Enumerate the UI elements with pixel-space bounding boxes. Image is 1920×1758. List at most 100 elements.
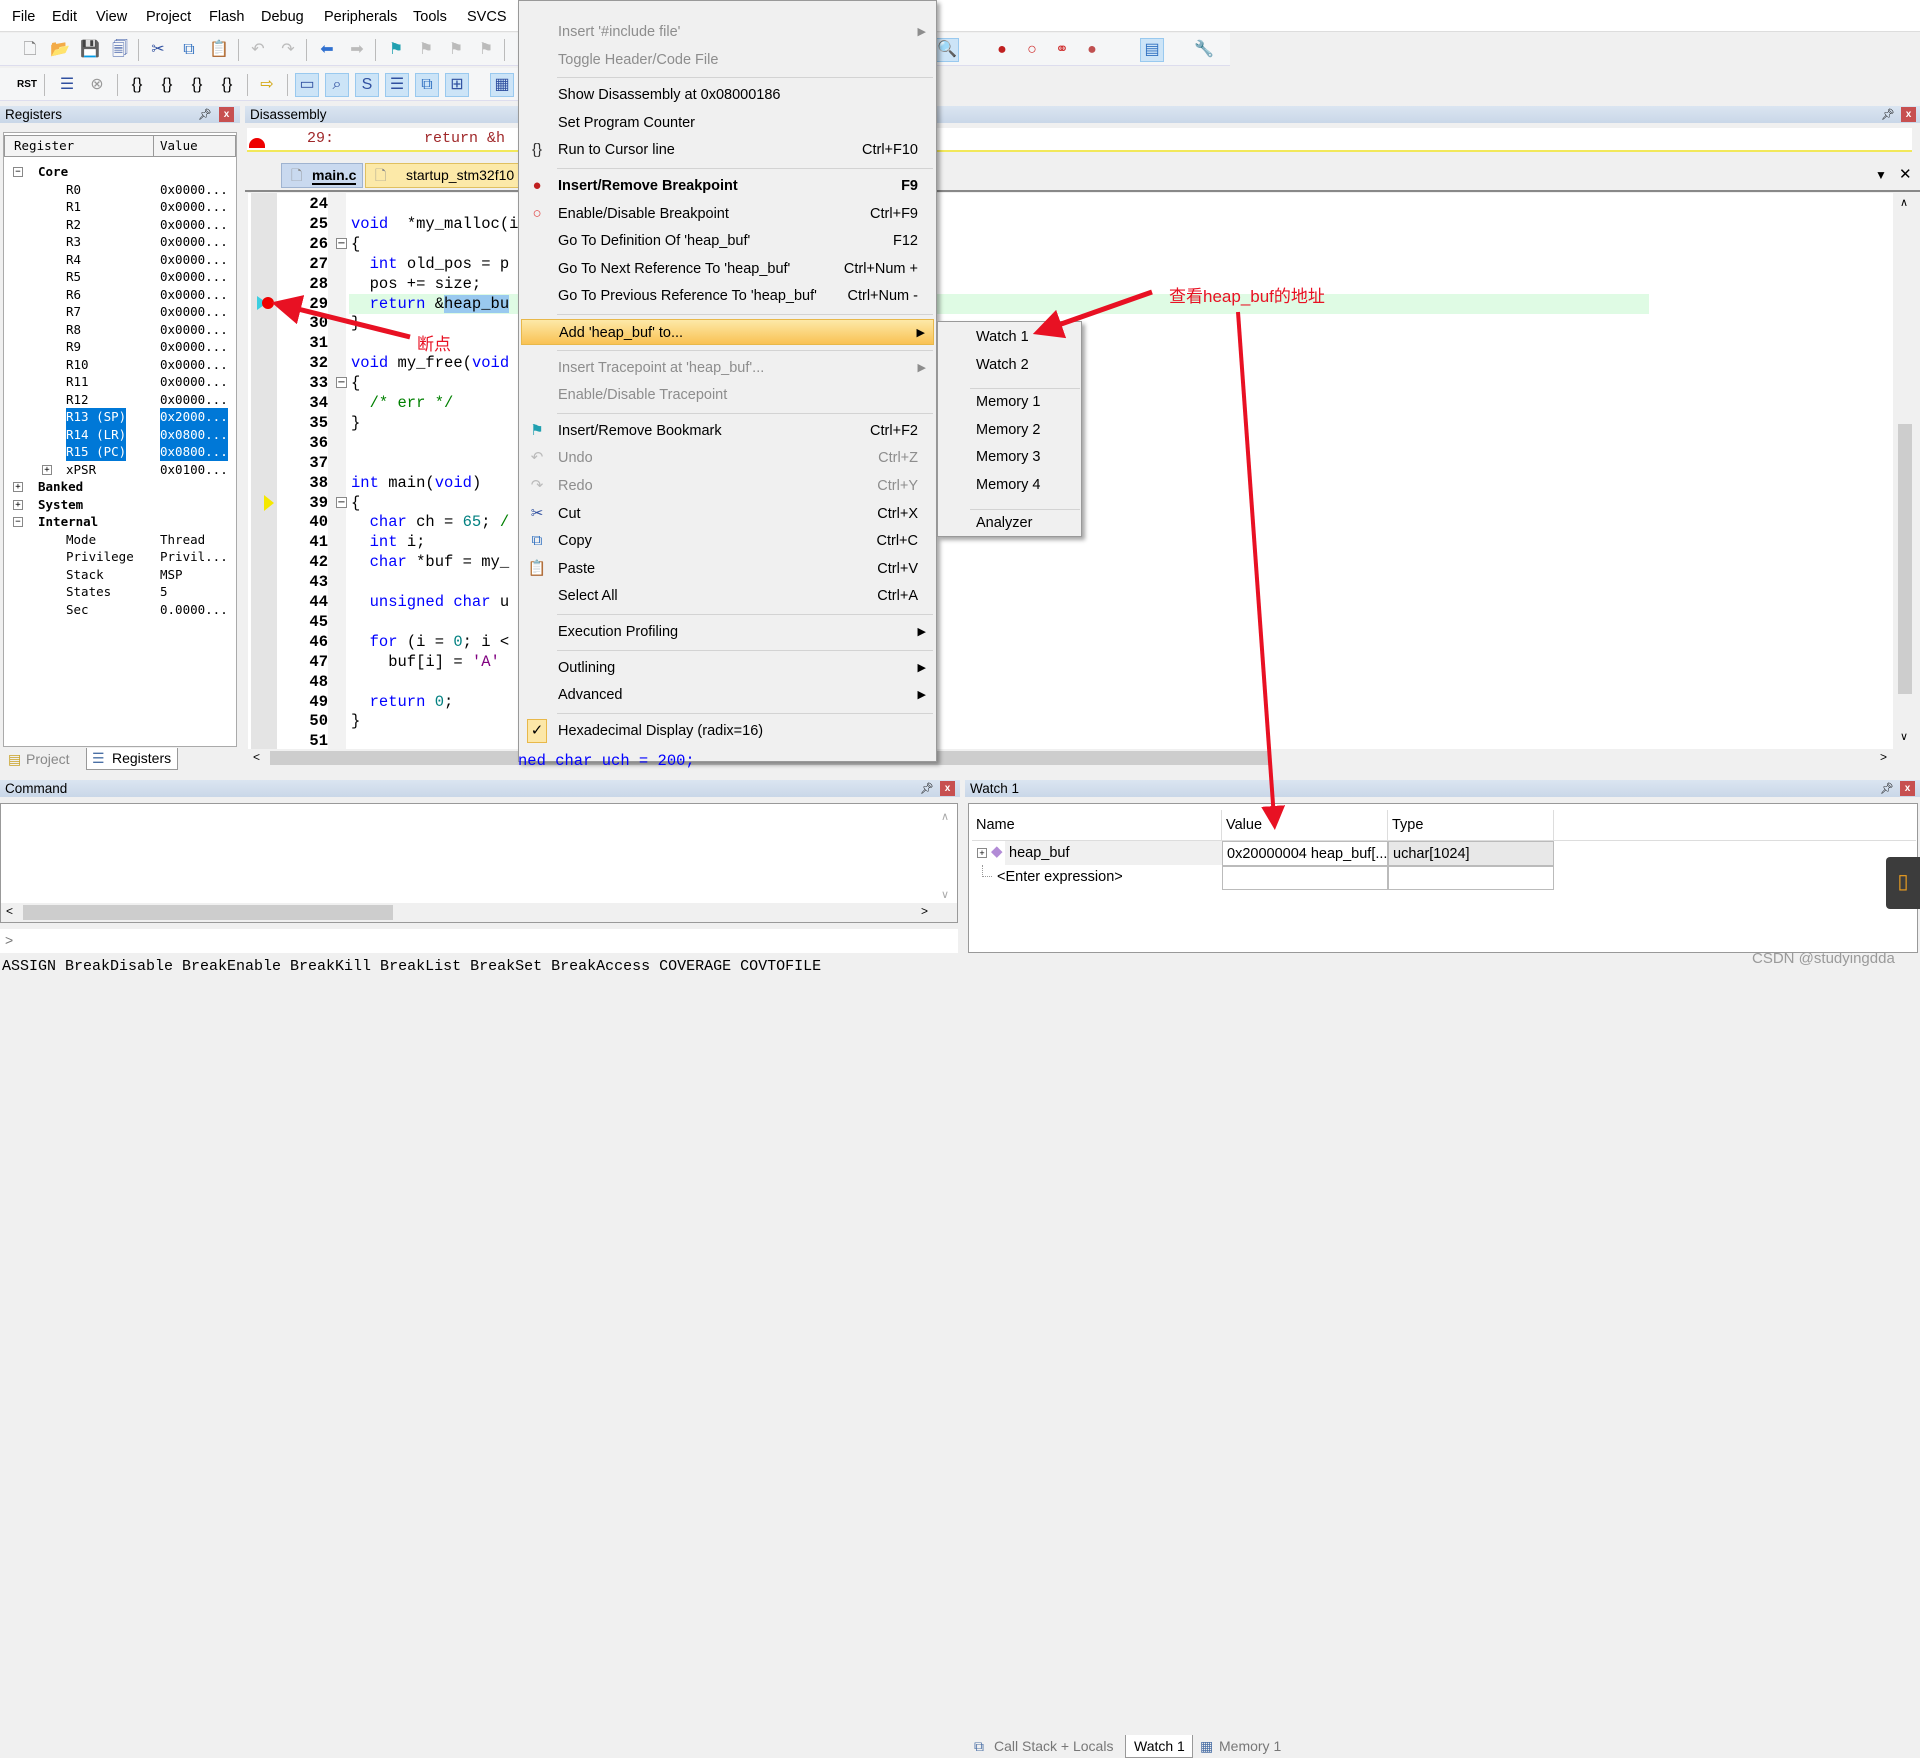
register-row[interactable]: R3 0x0000... xyxy=(4,233,237,251)
breakpoint-insert-button[interactable]: ● xyxy=(990,38,1014,62)
tab-main-c[interactable]: 🗋︎ main.c xyxy=(281,163,363,188)
menu-item-select-all[interactable]: Select All Ctrl+A xyxy=(521,583,934,609)
register-row[interactable]: − Internal xyxy=(4,513,237,531)
menu-file[interactable]: File xyxy=(12,9,35,25)
find-in-files-button[interactable]: 🔍 xyxy=(935,38,959,62)
register-row[interactable]: R0 0x0000... xyxy=(4,181,237,199)
menu-item-add-heap-buf-to[interactable]: Add 'heap_buf' to... ▶ xyxy=(521,319,934,345)
col-value[interactable]: Value xyxy=(153,136,198,156)
menu-item-paste[interactable]: 📋 Paste Ctrl+V xyxy=(521,556,934,582)
editor-hscrollbar[interactable]: < > xyxy=(248,749,1895,767)
prev-bookmark-button[interactable]: ⚑ xyxy=(414,38,438,62)
register-row[interactable]: Mode Thread xyxy=(4,531,237,549)
register-row[interactable]: + Banked xyxy=(4,478,237,496)
enter-expression[interactable]: <Enter expression> xyxy=(993,865,1213,889)
run-to-cursor-button[interactable]: {} xyxy=(215,73,239,97)
watch-row[interactable]: + ◆ heap_buf 0x20000004 heap_buf[... uch… xyxy=(969,841,1554,867)
pin-icon[interactable]: 📌︎ xyxy=(1881,107,1895,124)
menu-item-outlining[interactable]: Outlining ▶ xyxy=(521,655,934,681)
fold-collapse-icon[interactable]: − xyxy=(336,237,347,249)
close-icon[interactable]: x xyxy=(1901,107,1916,122)
col-name[interactable]: Name xyxy=(972,810,1222,840)
menu-item-undo[interactable]: ↶ Undo Ctrl+Z xyxy=(521,445,934,471)
memory-window-button[interactable]: ▦ xyxy=(490,73,514,97)
col-type[interactable]: Type xyxy=(1388,810,1554,840)
register-row[interactable]: − Core xyxy=(4,163,237,181)
vscroll-thumb[interactable] xyxy=(1898,424,1912,694)
watch-value[interactable]: 0x20000004 heap_buf[... xyxy=(1222,841,1388,867)
submenu-item-memory-3[interactable]: Memory 3 xyxy=(976,449,1040,465)
menu-item-copy[interactable]: ⧉ Copy Ctrl+C xyxy=(521,528,934,554)
submenu-item-analyzer[interactable]: Analyzer xyxy=(976,515,1032,531)
menu-edit[interactable]: Edit xyxy=(52,9,77,25)
menu-item-insert-remove-breakpoint[interactable]: ● Insert/Remove Breakpoint F9 xyxy=(521,173,934,199)
expand-icon[interactable]: + xyxy=(13,482,23,492)
show-next-statement-button[interactable]: ⇨ xyxy=(255,73,279,97)
register-row[interactable]: Sec 0.0000... xyxy=(4,601,237,619)
menu-item-insert-tracepoint-at-heap-buf[interactable]: Insert Tracepoint at 'heap_buf'... ▶ xyxy=(521,355,934,381)
close-icon[interactable]: x xyxy=(219,107,234,122)
close-icon[interactable]: x xyxy=(940,781,955,796)
editor-vscrollbar[interactable]: ∧ ∨ xyxy=(1895,194,1915,749)
menu-item-show-disassembly-at-0x08000186[interactable]: Show Disassembly at 0x08000186 xyxy=(521,82,934,108)
undo-button[interactable]: ↶ xyxy=(246,38,270,62)
fold-collapse-icon[interactable]: − xyxy=(336,377,347,389)
menu-item-go-to-definition-of-heap-buf[interactable]: Go To Definition Of 'heap_buf' F12 xyxy=(521,228,934,254)
command-input[interactable]: > xyxy=(0,929,958,953)
menu-svcs[interactable]: SVCS xyxy=(467,9,507,25)
pin-icon[interactable]: 📌︎ xyxy=(198,107,212,124)
menu-debug[interactable]: Debug xyxy=(261,9,304,25)
enter-expression-row[interactable]: <Enter expression> xyxy=(969,865,1554,890)
watch-window-button[interactable]: ⊞ xyxy=(445,73,469,97)
close-icon[interactable]: x xyxy=(1900,781,1915,796)
bookmark-button[interactable]: ⚑ xyxy=(384,38,408,62)
menu-item-cut[interactable]: ✂ Cut Ctrl+X xyxy=(521,501,934,527)
menu-item-toggle-header-code-file[interactable]: Toggle Header/Code File xyxy=(521,47,934,73)
tab-startup-file[interactable]: 🗋︎ startup_stm32f10 xyxy=(365,163,520,188)
expand-icon[interactable]: + xyxy=(977,848,987,858)
register-row[interactable]: R2 0x0000... xyxy=(4,216,237,234)
expand-icon[interactable]: + xyxy=(42,464,52,475)
register-row[interactable]: R9 0x0000... xyxy=(4,338,237,356)
scroll-left-icon[interactable]: < xyxy=(6,904,13,918)
menu-item-go-to-next-reference-to-heap-buf[interactable]: Go To Next Reference To 'heap_buf' Ctrl+N… xyxy=(521,256,934,282)
menu-item-redo[interactable]: ↷ Redo Ctrl+Y xyxy=(521,473,934,499)
menu-tools[interactable]: Tools xyxy=(413,9,447,25)
menu-project[interactable]: Project xyxy=(146,9,191,25)
register-row[interactable]: + System xyxy=(4,496,237,514)
hscroll-thumb[interactable] xyxy=(23,905,393,920)
menu-item-enable-disable-breakpoint[interactable]: ○ Enable/Disable Breakpoint Ctrl+F9 xyxy=(521,201,934,227)
menu-item-hexadecimal-display-radix-16[interactable]: ✓ Hexadecimal Display (radix=16) xyxy=(521,718,934,744)
register-row[interactable]: R14 (LR) 0x0800... xyxy=(4,425,237,443)
breakpoint-kill-all-button[interactable]: ● xyxy=(1080,38,1104,62)
menu-item-execution-profiling[interactable]: Execution Profiling ▶ xyxy=(521,619,934,645)
save-button[interactable]: 💾 xyxy=(78,38,102,62)
fold-collapse-icon[interactable]: − xyxy=(336,496,347,508)
collapse-icon[interactable]: − xyxy=(13,517,23,527)
nav-forward-button[interactable]: ➡ xyxy=(345,38,369,62)
step-over-button[interactable]: {} xyxy=(155,73,179,97)
register-row[interactable]: R15 (PC) 0x0800... xyxy=(4,443,237,461)
scroll-right-icon[interactable]: > xyxy=(921,904,928,918)
register-row[interactable]: R13 (SP) 0x2000... xyxy=(4,408,237,426)
register-row[interactable]: R8 0x0000... xyxy=(4,321,237,339)
open-file-button[interactable]: 📂 xyxy=(48,38,72,62)
paste-button[interactable]: 📋 xyxy=(207,38,231,62)
new-file-button[interactable]: 🗋 xyxy=(18,38,42,62)
expand-icon[interactable]: + xyxy=(13,499,23,510)
registers-window-button[interactable]: ☰ xyxy=(385,73,409,97)
register-row[interactable]: R11 0x0000... xyxy=(4,373,237,391)
nav-back-button[interactable]: ⬅ xyxy=(315,38,339,62)
register-row[interactable]: Stack MSP xyxy=(4,566,237,584)
tab-list-dropdown-icon[interactable]: ▼ xyxy=(1875,168,1887,182)
pin-icon[interactable]: 📌︎ xyxy=(920,781,934,798)
tab-call-stack-locals[interactable]: ⧉ Call Stack + Locals xyxy=(970,1735,1130,1758)
scroll-up-icon[interactable]: ∧ xyxy=(941,810,949,823)
register-row[interactable]: States 5 xyxy=(4,583,237,601)
register-row[interactable]: R12 0x0000... xyxy=(4,391,237,409)
menu-item-enable-disable-tracepoint[interactable]: Enable/Disable Tracepoint xyxy=(521,382,934,408)
submenu-item-memory-1[interactable]: Memory 1 xyxy=(976,394,1040,410)
clear-bookmarks-button[interactable]: ⚑ xyxy=(474,38,498,62)
register-row[interactable]: R4 0x0000... xyxy=(4,251,237,269)
copy-button[interactable]: ⧉ xyxy=(177,38,201,62)
